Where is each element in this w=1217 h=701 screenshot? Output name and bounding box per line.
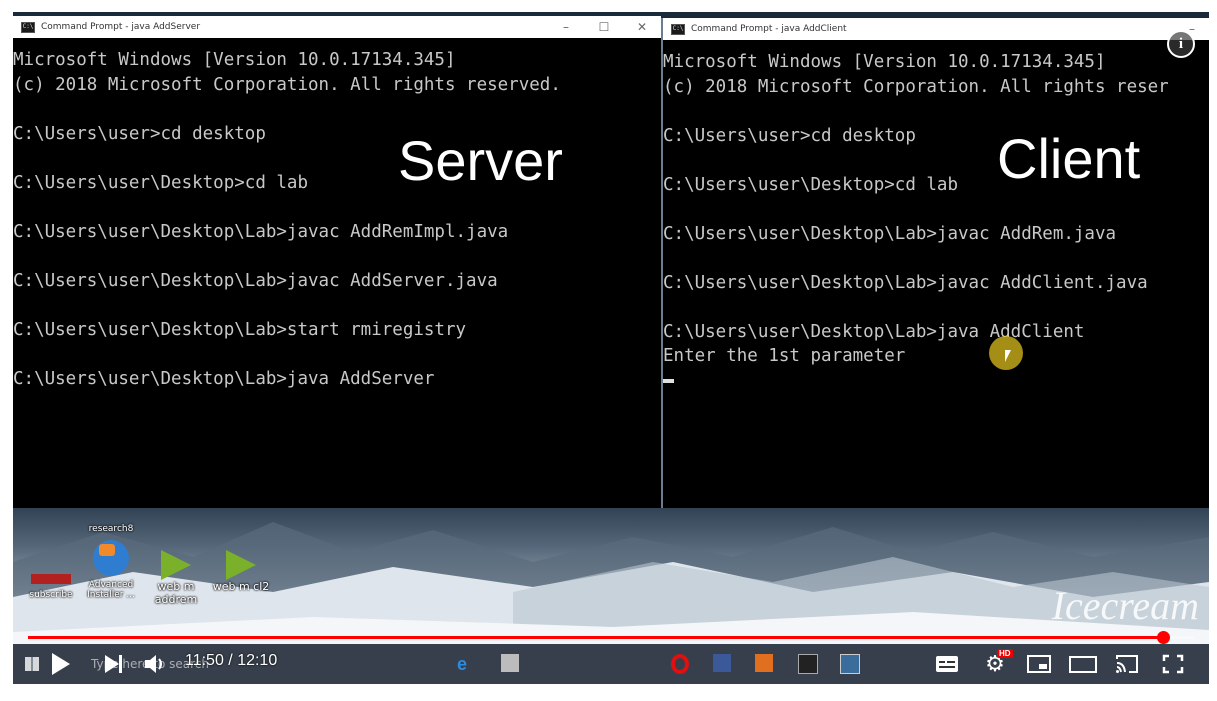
next-icon <box>104 655 122 673</box>
player-controls: 11:50 / 12:10 ⚙ HD <box>13 644 1209 684</box>
fullscreen-icon <box>1162 654 1184 674</box>
volume-icon <box>145 655 162 673</box>
server-cmd-window[interactable]: C:\ Command Prompt - java AddServer – ☐ … <box>13 16 661 508</box>
minimize-icon[interactable]: – <box>547 16 585 38</box>
console-line: (c) 2018 Microsoft Corporation. All righ… <box>13 74 561 95</box>
mouse-pointer-icon <box>1005 350 1011 362</box>
time-display: 11:50 / 12:10 <box>185 652 278 669</box>
console-cursor-line <box>663 369 1209 394</box>
progress-scrubber-handle[interactable] <box>1156 631 1170 644</box>
hd-badge: HD <box>997 649 1013 658</box>
server-overlay-label: Server <box>398 129 563 192</box>
theater-icon <box>1069 655 1097 673</box>
server-title-bar[interactable]: C:\ Command Prompt - java AddServer – ☐ … <box>13 16 661 38</box>
console-line: (c) 2018 Microsoft Corporation. All righ… <box>663 76 1169 97</box>
subscribe-icon <box>31 574 71 584</box>
console-line: C:\Users\user\Desktop\Lab>javac AddRem.j… <box>663 223 1117 244</box>
cast-icon <box>1116 655 1138 673</box>
icecream-watermark: Icecream <box>1051 583 1199 628</box>
subtitles-button[interactable] <box>929 644 965 684</box>
volume-button[interactable] <box>137 644 173 684</box>
window-title: Command Prompt - java AddServer <box>41 22 201 32</box>
cmd-icon: C:\ <box>21 21 35 33</box>
desktop-icon-top-label: research8 <box>88 524 134 534</box>
close-icon[interactable]: ✕ <box>623 16 661 38</box>
play-button[interactable] <box>43 644 79 684</box>
webm-file-icon <box>226 550 256 580</box>
console-line: C:\Users\user>cd desktop <box>13 123 266 144</box>
desktop-icon-subscribe[interactable]: subscribe <box>21 574 81 600</box>
info-icon[interactable]: i <box>1167 30 1195 58</box>
console-line: C:\Users\user\Desktop\Lab>start rmiregis… <box>13 319 467 340</box>
miniplayer-button[interactable] <box>1021 644 1057 684</box>
settings-button[interactable]: ⚙ HD <box>977 644 1013 684</box>
desktop-icon-label: subscribe <box>29 590 73 600</box>
window-title: Command Prompt - java AddClient <box>691 24 847 34</box>
console-line: C:\Users\user\Desktop>cd lab <box>13 172 309 193</box>
desktop-icon-label: Advanced Installer ... <box>87 580 135 600</box>
miniplayer-icon <box>1027 655 1051 673</box>
webm-file-icon <box>161 550 191 580</box>
console-line: C:\Users\user\Desktop\Lab>java AddServer <box>13 368 435 389</box>
console-line: C:\Users\user\Desktop\Lab>javac AddServe… <box>13 270 498 291</box>
client-overlay-label: Client <box>997 127 1141 190</box>
console-line: Microsoft Windows [Version 10.0.17134.34… <box>663 52 1106 72</box>
theater-mode-button[interactable] <box>1065 644 1101 684</box>
progress-bar[interactable] <box>28 631 1194 644</box>
cmd-icon: C:\ <box>671 23 685 35</box>
console-line: C:\Users\user\Desktop\Lab>javac AddClien… <box>663 272 1148 293</box>
console-line: C:\Users\user\Desktop\Lab>javac AddRemIm… <box>13 221 509 242</box>
desktop-icon-advanced-installer[interactable]: research8 Advanced Installer ... <box>81 524 141 600</box>
desktop-icon-webm-addrem[interactable]: web m addrem <box>146 550 206 606</box>
console-line: C:\Users\user\Desktop\Lab>java AddClient <box>663 321 1085 342</box>
text-cursor <box>663 378 674 383</box>
video-player[interactable]: subscribe research8 Advanced Installer .… <box>13 12 1209 684</box>
console-line: Enter the 1st parameter <box>663 346 906 366</box>
console-line: Microsoft Windows [Version 10.0.17134.34… <box>13 50 456 70</box>
fullscreen-button[interactable] <box>1155 644 1191 684</box>
client-cmd-window[interactable]: C:\ Command Prompt - java AddClient – Mi… <box>661 18 1209 508</box>
server-console-output[interactable]: Microsoft Windows [Version 10.0.17134.34… <box>13 38 661 508</box>
maximize-icon[interactable]: ☐ <box>585 16 623 38</box>
next-button[interactable] <box>95 644 131 684</box>
subtitles-icon <box>936 656 958 672</box>
desktop-icon-webm-cl2[interactable]: web m cl2 <box>211 550 271 593</box>
cast-button[interactable] <box>1109 644 1145 684</box>
desktop-icon-label: web m addrem <box>154 580 198 606</box>
client-title-bar[interactable]: C:\ Command Prompt - java AddClient – <box>663 18 1209 40</box>
play-icon <box>52 653 70 675</box>
desktop-icon-label: web m cl2 <box>212 580 270 593</box>
advanced-installer-icon <box>93 540 129 576</box>
progress-bar-fill <box>28 636 1163 639</box>
client-console-output[interactable]: Microsoft Windows [Version 10.0.17134.34… <box>663 40 1209 508</box>
